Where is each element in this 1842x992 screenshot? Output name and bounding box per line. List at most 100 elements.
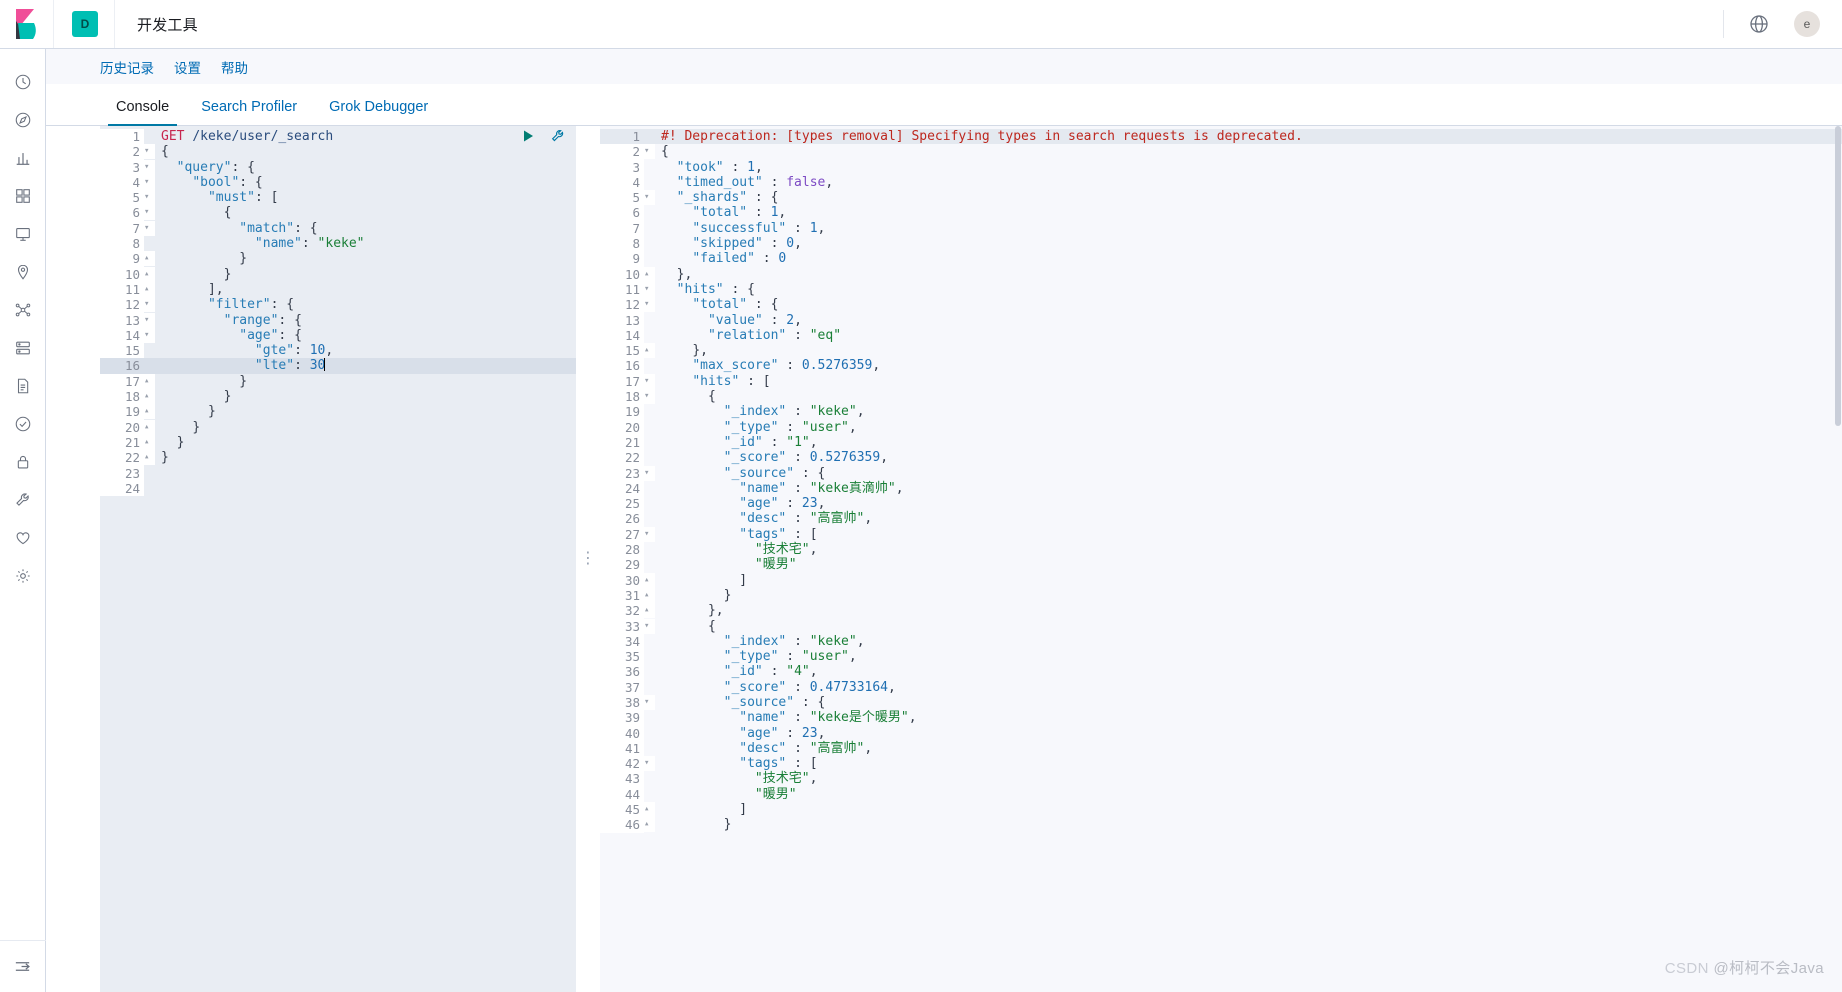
code-line[interactable]: 9 ▴ } — [100, 251, 576, 267]
subnav-help[interactable]: 帮助 — [221, 57, 248, 77]
fold-toggle-icon[interactable]: ▾ — [644, 465, 655, 481]
code-line[interactable]: 22 "_score" : 0.5276359, — [600, 450, 1842, 466]
fold-toggle-icon[interactable]: ▾ — [644, 373, 655, 389]
code-line[interactable]: 44 "暖男" — [600, 786, 1842, 803]
fold-toggle-icon[interactable]: ▴ — [144, 404, 155, 420]
sidebar-item-maps[interactable] — [0, 253, 46, 291]
code-line[interactable]: 20 "_type" : "user", — [600, 419, 1842, 435]
code-line[interactable]: 13 ▾ "range": { — [100, 312, 576, 328]
code-line[interactable]: 35 "_type" : "user", — [600, 649, 1842, 665]
fold-toggle-icon[interactable]: ▴ — [644, 802, 655, 818]
fold-toggle-icon[interactable]: ▾ — [644, 694, 655, 710]
response-scrollbar[interactable] — [1835, 126, 1841, 992]
code-line[interactable]: 28 "技术宅", — [600, 542, 1842, 558]
code-line[interactable]: 30 ▴ ] — [600, 572, 1842, 588]
sidebar-item-recent[interactable] — [0, 63, 46, 101]
code-line[interactable]: 45 ▴ ] — [600, 802, 1842, 818]
code-line[interactable]: 34 "_index" : "keke", — [600, 633, 1842, 650]
code-line[interactable]: 5 ▾ "must": [ — [100, 190, 576, 206]
fold-toggle-icon[interactable]: ▾ — [144, 144, 155, 160]
code-line[interactable]: 12 ▾ "filter": { — [100, 297, 576, 313]
code-line[interactable]: 46 ▴ } — [600, 817, 1842, 833]
code-line[interactable]: 21 "_id" : "1", — [600, 434, 1842, 451]
code-line[interactable]: 38 ▾ "_source" : { — [600, 694, 1842, 711]
sidebar-item-infrastructure[interactable] — [0, 329, 46, 367]
code-line[interactable]: 8 "skipped" : 0, — [600, 236, 1842, 252]
fold-toggle-icon[interactable]: ▾ — [144, 312, 155, 328]
tab-search-profiler[interactable]: Search Profiler — [185, 99, 313, 125]
code-line[interactable]: 11 ▾ "hits" : { — [600, 281, 1842, 298]
code-line[interactable]: 7 "successful" : 1, — [600, 220, 1842, 237]
avatar[interactable]: e — [1794, 11, 1820, 37]
code-line[interactable]: 11 ▴ ], — [100, 281, 576, 298]
code-line[interactable]: 7 ▾ "match": { — [100, 220, 576, 237]
code-line[interactable]: 1 GET /keke/user/_search — [100, 129, 576, 145]
fold-toggle-icon[interactable]: ▾ — [144, 205, 155, 221]
code-line[interactable]: 29 "暖男" — [600, 557, 1842, 573]
code-line[interactable]: 27 ▾ "tags" : [ — [600, 526, 1842, 543]
sidebar-item-dashboard[interactable] — [0, 177, 46, 215]
fold-toggle-icon[interactable]: ▾ — [644, 618, 655, 634]
request-code[interactable]: 1 GET /keke/user/_search 2 ▾{3 ▾ "query": {4… — [100, 126, 576, 497]
fold-toggle-icon[interactable]: ▾ — [644, 144, 655, 160]
sidebar-item-monitoring[interactable] — [0, 519, 46, 557]
response-editor[interactable]: 1 #! Deprecation: [types removal] Specify… — [600, 126, 1842, 992]
code-line[interactable]: 17 ▾ "hits" : [ — [600, 373, 1842, 390]
code-line[interactable]: 41 "desc" : "高富帅", — [600, 740, 1842, 757]
sidebar-item-management[interactable] — [0, 557, 46, 595]
code-line[interactable]: 16 "lte": 30 — [100, 358, 576, 374]
code-line[interactable]: 25 "age" : 23, — [600, 496, 1842, 512]
request-editor[interactable]: 1 GET /keke/user/_search 2 ▾{3 ▾ "query": {4… — [100, 126, 576, 992]
code-line[interactable]: 23 ▾ "_source" : { — [600, 465, 1842, 481]
fold-toggle-icon[interactable]: ▾ — [644, 756, 655, 772]
code-line[interactable]: 42 ▾ "tags" : [ — [600, 756, 1842, 772]
code-line[interactable]: 17 ▴ } — [100, 373, 576, 390]
sidebar-item-logs[interactable] — [0, 367, 46, 405]
fold-toggle-icon[interactable]: ▾ — [144, 220, 155, 236]
sidebar-item-visualize[interactable] — [0, 139, 46, 177]
fold-toggle-icon[interactable]: ▾ — [644, 526, 655, 542]
code-line[interactable]: 14 "relation" : "eq" — [600, 327, 1842, 344]
code-line[interactable]: 3 ▾ "query": { — [100, 159, 576, 175]
code-line[interactable]: 2 ▾ { — [100, 144, 576, 160]
code-line[interactable]: 22 ▴} — [100, 450, 576, 466]
editor-splitter[interactable]: ⋮ — [576, 126, 600, 992]
code-line[interactable]: 18 ▾ { — [600, 389, 1842, 405]
fold-toggle-icon[interactable]: ▴ — [644, 603, 655, 619]
fold-toggle-icon[interactable]: ▾ — [144, 190, 155, 206]
fold-toggle-icon[interactable]: ▴ — [144, 251, 155, 267]
tab-grok-debugger[interactable]: Grok Debugger — [313, 99, 444, 125]
fold-toggle-icon[interactable]: ▴ — [144, 373, 155, 389]
code-line[interactable]: 16 "max_score" : 0.5276359, — [600, 358, 1842, 374]
code-line[interactable]: 43 "技术宅", — [600, 771, 1842, 787]
subnav-settings[interactable]: 设置 — [174, 57, 201, 77]
code-line[interactable]: 39 "name" : "keke是个暖男", — [600, 710, 1842, 726]
code-line[interactable]: 31 ▴ } — [600, 587, 1842, 604]
fold-toggle-icon[interactable]: ▴ — [144, 281, 155, 297]
fold-toggle-icon[interactable]: ▴ — [644, 817, 655, 833]
fold-toggle-icon[interactable]: ▴ — [144, 419, 155, 435]
sidebar-item-dev-tools[interactable] — [0, 481, 46, 519]
rail-collapse-button[interactable] — [0, 940, 46, 992]
fold-toggle-icon[interactable]: ▴ — [644, 572, 655, 588]
sidebar-item-discover[interactable] — [0, 101, 46, 139]
wrench-icon[interactable] — [550, 128, 566, 147]
code-line[interactable]: 37 "_score" : 0.47733164, — [600, 679, 1842, 695]
code-line[interactable]: 13 "value" : 2, — [600, 312, 1842, 328]
code-line[interactable]: 19 ▴ } — [100, 404, 576, 420]
code-line[interactable]: 10 ▴ } — [100, 266, 576, 282]
code-line[interactable]: 6 "total" : 1, — [600, 205, 1842, 221]
space-badge[interactable]: D — [72, 11, 98, 37]
code-line[interactable]: 26 "desc" : "高富帅", — [600, 511, 1842, 527]
code-line[interactable]: 20 ▴ } — [100, 419, 576, 435]
kibana-logo[interactable] — [0, 0, 54, 48]
code-line[interactable]: 21 ▴ } — [100, 434, 576, 451]
code-line[interactable]: 9 "failed" : 0 — [600, 251, 1842, 267]
code-line[interactable]: 36 "_id" : "4", — [600, 664, 1842, 680]
code-line[interactable]: 4 "timed_out" : false, — [600, 174, 1842, 191]
sidebar-item-canvas[interactable] — [0, 215, 46, 253]
code-line[interactable]: 23 — [100, 465, 576, 481]
code-line[interactable]: 15 "gte": 10, — [100, 343, 576, 359]
code-line[interactable]: 12 ▾ "total" : { — [600, 297, 1842, 313]
code-line[interactable]: 40 "age" : 23, — [600, 725, 1842, 741]
